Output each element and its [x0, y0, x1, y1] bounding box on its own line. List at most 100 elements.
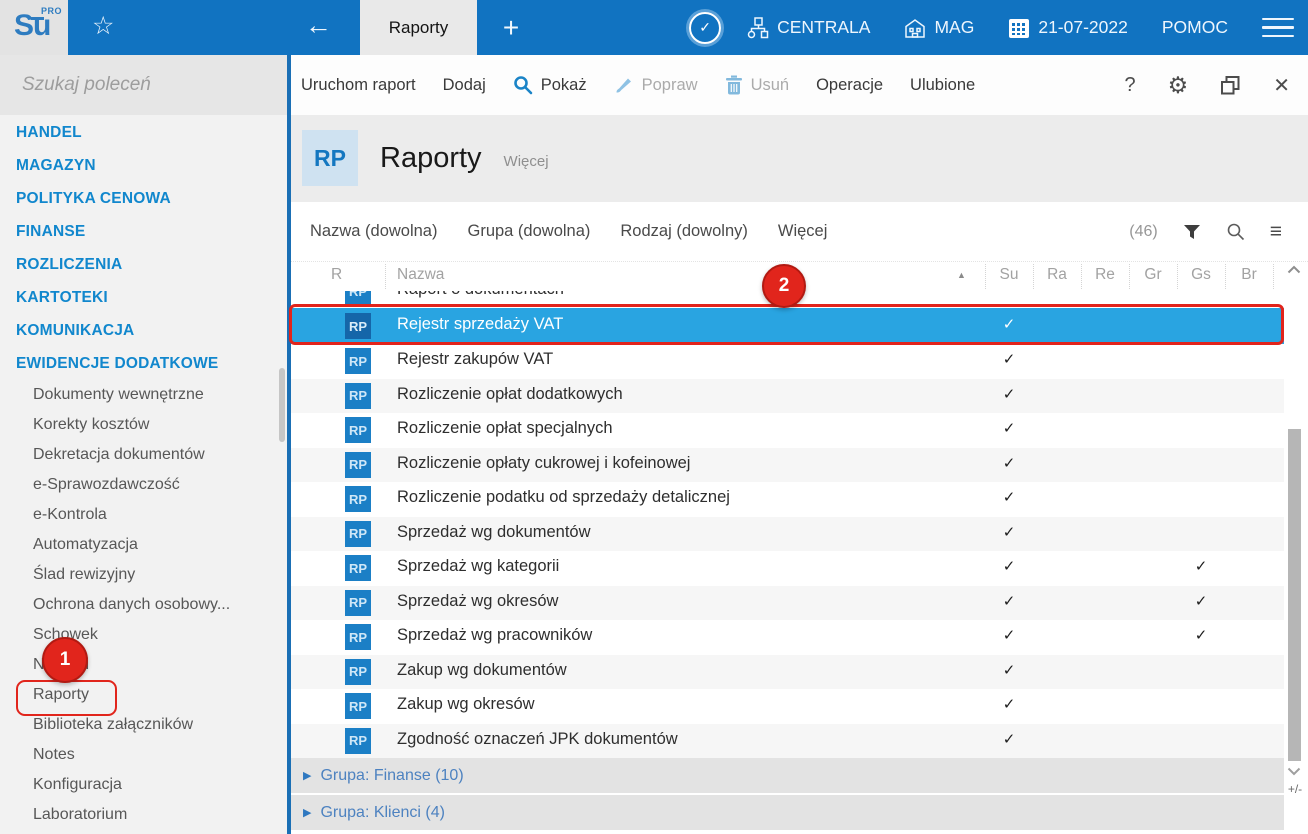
su-check: ✓ — [1002, 489, 1016, 506]
sidebar-submodule-item[interactable]: Ślad rewizyjny — [0, 560, 287, 590]
sidebar-submodule-item[interactable]: Dekretacja dokumentów — [0, 440, 287, 470]
run-report-button[interactable]: Uruchom raport — [301, 76, 416, 95]
sidebar-modules: HANDEL MAGAZYN POLITYKA CENOWA FINANSE ROZLI… — [0, 116, 287, 380]
edit-button[interactable]: Popraw — [614, 75, 698, 95]
table-row[interactable]: RP Sprzedaż wg pracowników ✓ ✓ — [291, 620, 1284, 655]
status-check-icon[interactable]: ✓ — [689, 11, 722, 44]
su-check: ✓ — [1002, 454, 1016, 472]
table-row[interactable]: RP Rozliczenie podatku od sprzedaży deta… — [291, 482, 1284, 517]
table-row[interactable]: RP Rozliczenie opłaty cukrowej i kofeino… — [291, 447, 1284, 482]
sidebar-module-item[interactable]: KOMUNIKACJA — [0, 314, 287, 347]
table-row[interactable]: RP Zgodność oznaczeń JPK dokumentów ✓ — [291, 723, 1284, 758]
table-row[interactable]: RP Sprzedaż wg kategorii ✓ ✓ — [291, 551, 1284, 586]
sidebar-submodule-item[interactable]: Notes — [0, 740, 287, 770]
report-type-badge: RP — [345, 693, 371, 719]
table-row[interactable]: RP Sprzedaż wg dokumentów ✓ — [291, 516, 1284, 551]
column-su[interactable]: Su — [985, 266, 1033, 284]
column-r[interactable]: R — [331, 266, 342, 284]
report-type-badge: RP — [345, 658, 371, 685]
warehouse-icon — [905, 18, 926, 38]
sidebar-submodule-item[interactable]: Dokumenty wewnętrzne — [0, 380, 287, 410]
favorites-star-icon[interactable]: ☆ — [92, 11, 114, 41]
search-input[interactable] — [20, 73, 271, 97]
module-badge: RP — [302, 130, 358, 186]
table-row[interactable]: RP Sprzedaż wg okresów ✓ ✓ — [291, 585, 1284, 620]
search-icon[interactable] — [1226, 222, 1245, 241]
filter-kind[interactable]: Rodzaj (dowolny) — [620, 222, 747, 241]
sidebar-scrollbar-thumb[interactable] — [279, 368, 285, 442]
table-row[interactable]: RP Zakup wg dokumentów ✓ — [291, 654, 1284, 689]
scroll-down-icon[interactable] — [1287, 767, 1301, 776]
column-gs[interactable]: Gs — [1177, 266, 1225, 284]
filter-chips: Nazwa (dowolna) Grupa (dowolna) Rodzaj (… — [291, 222, 827, 241]
sidebar-submodule-item[interactable]: Ochrona danych osobowy... — [0, 590, 287, 620]
sidebar-module-item[interactable]: FINANSE — [0, 215, 287, 248]
tab-raporty[interactable]: Raporty — [360, 0, 477, 55]
column-gr[interactable]: Gr — [1129, 266, 1177, 284]
group-row[interactable]: ▶ Grupa: Klienci (4) — [291, 795, 1284, 830]
main-panel: Uruchom raport Dodaj Pokaż Popraw Usuń O… — [291, 55, 1308, 834]
show-button[interactable]: Pokaż — [513, 75, 587, 95]
plus-icon: + — [502, 11, 520, 43]
cascade-windows-icon[interactable] — [1220, 75, 1241, 96]
gear-icon[interactable]: ⚙ — [1168, 72, 1189, 99]
annotation-outline-raporty — [16, 680, 117, 716]
report-type-badge: RP — [345, 348, 371, 374]
list-options-icon[interactable]: ≡ — [1270, 220, 1282, 244]
expand-triangle-icon[interactable]: ▶ — [303, 769, 311, 782]
help-icon[interactable]: ? — [1124, 74, 1135, 97]
sidebar-submodule-item[interactable]: e-Kontrola — [0, 500, 287, 530]
report-type-badge: RP — [345, 589, 371, 616]
column-re[interactable]: Re — [1081, 266, 1129, 284]
sort-asc-icon[interactable]: ▲ — [957, 270, 966, 280]
back-arrow-icon[interactable]: ← — [305, 10, 332, 41]
add-button[interactable]: Dodaj — [443, 76, 486, 95]
branch-selector[interactable]: CENTRALA — [747, 16, 870, 39]
sidebar-module-item[interactable]: ROZLICZENIA — [0, 248, 287, 281]
sidebar-module-item[interactable]: KARTOTEKI — [0, 281, 287, 314]
sidebar-module-item[interactable]: MAGAZYN — [0, 149, 287, 182]
table-row[interactable]: RP Rejestr zakupów VAT ✓ — [291, 344, 1284, 379]
warehouse-selector[interactable]: MAG — [904, 17, 974, 39]
sidebar-module-item[interactable]: HANDEL — [0, 116, 287, 149]
sidebar-module-item[interactable]: POLITYKA CENOWA — [0, 182, 287, 215]
operations-menu[interactable]: Operacje — [816, 76, 883, 95]
main-menu-icon[interactable] — [1262, 17, 1294, 38]
app-logo[interactable]: Su PRO — [0, 0, 68, 55]
group-row[interactable]: ▶ Grupa: Finanse (10) — [291, 758, 1284, 793]
column-ra[interactable]: Ra — [1033, 266, 1081, 284]
sidebar-submodule-item[interactable]: Korekty kosztów — [0, 410, 287, 440]
column-br[interactable]: Br — [1225, 266, 1273, 284]
close-icon[interactable]: ✕ — [1273, 73, 1290, 98]
sidebar-module-item[interactable]: EWIDENCJE DODATKOWE — [0, 347, 287, 380]
table-row[interactable]: RP Zakup wg okresów ✓ — [291, 689, 1284, 724]
date-selector[interactable]: 21-07-2022 — [1008, 17, 1128, 39]
report-type-badge: RP — [345, 291, 371, 304]
page-header: RP Raporty Więcej — [291, 115, 1308, 202]
sidebar-submodule-item[interactable]: e-Sprawozdawczość — [0, 470, 287, 500]
org-chart-icon — [747, 16, 769, 38]
funnel-icon[interactable] — [1183, 224, 1201, 240]
report-name: Sprzedaż wg okresów — [397, 591, 559, 610]
group-label: Grupa: Klienci (4) — [320, 803, 445, 821]
report-name: Sprzedaż wg pracowników — [397, 626, 593, 644]
table-row[interactable]: RP Rozliczenie opłat specjalnych ✓ — [291, 413, 1284, 448]
sidebar-submodule-item[interactable]: Konfiguracja — [0, 770, 287, 800]
favorites-menu[interactable]: Ulubione — [910, 76, 975, 95]
sidebar-submodule-item[interactable]: Automatyzacja — [0, 530, 287, 560]
column-name[interactable]: Nazwa — [397, 266, 444, 284]
filter-group[interactable]: Grupa (dowolna) — [467, 222, 590, 241]
sidebar-submodule-item[interactable]: Schowek — [0, 620, 287, 650]
scroll-up-icon[interactable] — [1287, 265, 1301, 274]
sidebar-submodule-item[interactable]: Laboratorium — [0, 800, 287, 830]
help-menu[interactable]: POMOC — [1162, 17, 1228, 38]
filter-more[interactable]: Więcej — [778, 222, 828, 241]
expand-triangle-icon[interactable]: ▶ — [303, 806, 311, 819]
table-row[interactable]: RP Rozliczenie opłat dodatkowych ✓ — [291, 378, 1284, 413]
header-more-link[interactable]: Więcej — [504, 153, 549, 170]
filter-name[interactable]: Nazwa (dowolna) — [310, 222, 437, 241]
delete-button[interactable]: Usuń — [725, 75, 789, 95]
new-tab-button[interactable]: + — [477, 0, 545, 55]
report-type-badge: RP — [345, 451, 371, 478]
scrollbar-thumb[interactable] — [1288, 429, 1301, 761]
